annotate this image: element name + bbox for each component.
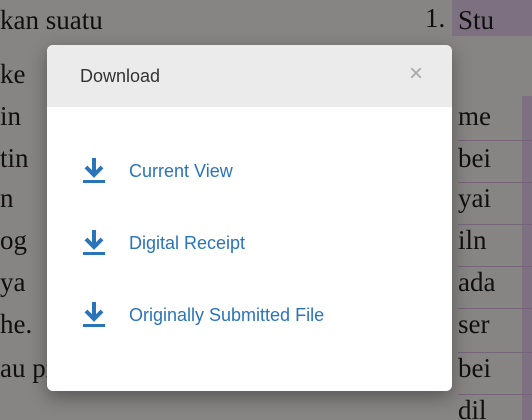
close-icon: × <box>408 60 423 87</box>
download-dialog: Download × Current View Digital Receipt <box>47 45 452 391</box>
download-icon <box>83 230 105 255</box>
option-label: Current View <box>129 161 233 181</box>
close-button[interactable]: × <box>404 60 428 88</box>
download-current-view-option[interactable]: Current View <box>47 151 452 223</box>
option-label: Digital Receipt <box>129 233 246 253</box>
option-label: Originally Submitted File <box>129 305 325 325</box>
dialog-header: Download × <box>47 45 452 107</box>
download-digital-receipt-option[interactable]: Digital Receipt <box>47 223 452 295</box>
download-options: Current View Digital Receipt Originally … <box>47 107 452 367</box>
download-original-file-option[interactable]: Originally Submitted File <box>47 295 452 367</box>
download-icon <box>83 302 105 327</box>
dialog-title: Download <box>80 65 161 86</box>
download-icon <box>83 158 105 183</box>
